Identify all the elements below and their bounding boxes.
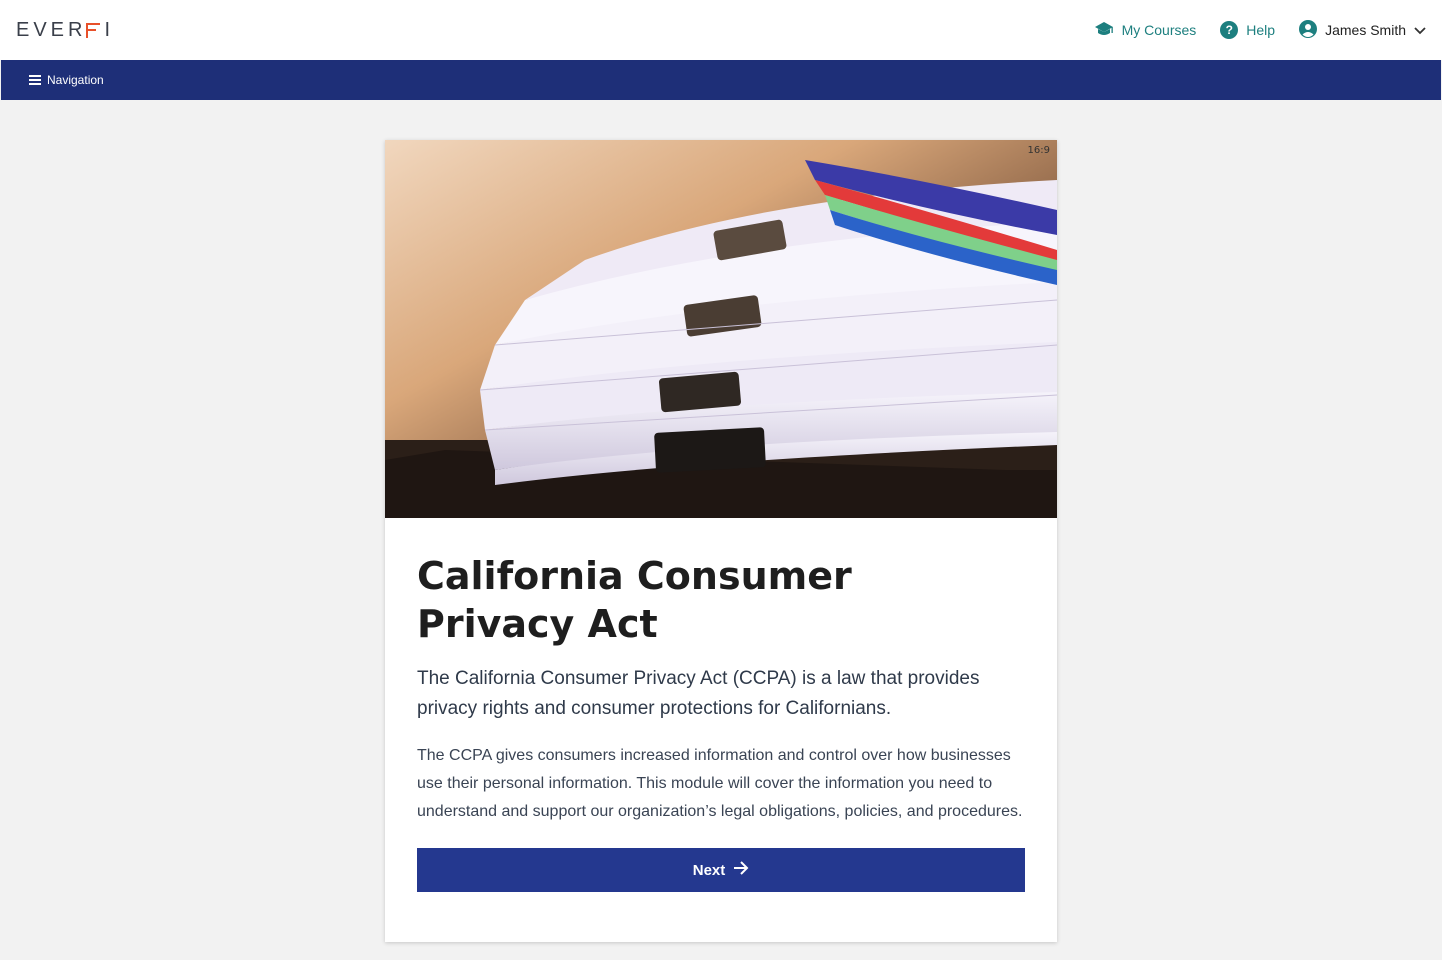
card-body: California Consumer Privacy Act The Cali… <box>385 518 1057 892</box>
user-menu[interactable]: James Smith <box>1299 19 1426 41</box>
navigation-button[interactable]: Navigation <box>29 73 104 87</box>
next-button[interactable]: Next <box>417 848 1025 892</box>
everfi-logo[interactable]: EVER I <box>16 19 114 42</box>
user-circle-icon <box>1299 19 1318 41</box>
lead-paragraph: The California Consumer Privacy Act (CCP… <box>417 668 980 719</box>
course-intro-card: 16:9 California Consumer Privacy Act The… <box>385 140 1057 942</box>
help-label: Help <box>1246 22 1276 38</box>
help-circle-icon: ? <box>1220 21 1239 39</box>
graduation-cap-icon <box>1094 21 1114 40</box>
help-link[interactable]: ? Help <box>1220 21 1275 39</box>
page-title: California Consumer Privacy Act <box>417 554 852 646</box>
navigation-bar: Navigation <box>1 60 1441 100</box>
my-courses-label: My Courses <box>1121 22 1197 38</box>
logo-text-start: EVER <box>16 18 87 41</box>
header-actions: My Courses ? Help James Smith <box>1070 19 1426 41</box>
aspect-ratio-label: 16:9 <box>1027 145 1050 156</box>
arrow-right-icon <box>733 861 749 879</box>
user-name: James Smith <box>1325 22 1406 38</box>
next-label: Next <box>692 861 726 879</box>
paper-stack-illustration <box>385 140 1057 518</box>
logo-text-end: I <box>104 18 115 41</box>
description-paragraph: The CCPA gives consumers increased infor… <box>417 747 1023 820</box>
top-header: EVER I My Courses ? Help James Smith <box>0 0 1442 60</box>
hero-image: 16:9 <box>385 140 1057 518</box>
my-courses-link[interactable]: My Courses <box>1094 21 1197 40</box>
navigation-label: Navigation <box>47 73 104 87</box>
hamburger-menu-icon <box>29 75 41 85</box>
chevron-down-icon <box>1414 22 1426 38</box>
logo-f-mark <box>86 22 101 38</box>
